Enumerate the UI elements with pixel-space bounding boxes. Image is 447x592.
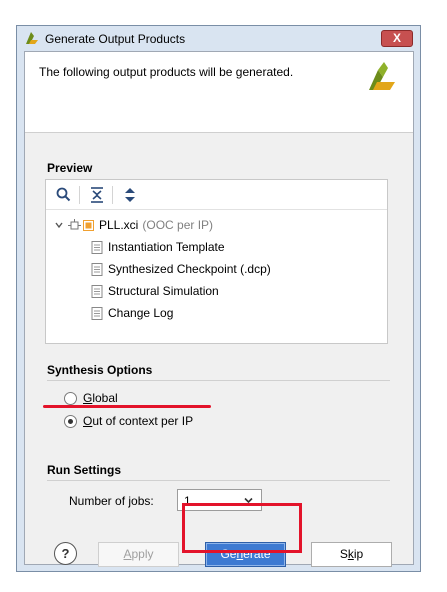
- preview-panel: PLL.xci (OOC per IP) Instantiation Templ…: [45, 179, 388, 344]
- section-divider: [47, 480, 390, 481]
- tree-item[interactable]: Structural Simulation: [91, 282, 219, 300]
- toolbar-separator: [79, 186, 80, 204]
- title-bar[interactable]: Generate Output Products X: [17, 26, 420, 51]
- collapse-all-icon[interactable]: [88, 186, 106, 204]
- tree-item[interactable]: Synthesized Checkpoint (.dcp): [91, 260, 271, 278]
- synthesis-options-heading: Synthesis Options: [47, 363, 153, 377]
- radio-button[interactable]: [64, 414, 77, 428]
- radio-global[interactable]: Global: [64, 391, 118, 405]
- skip-button[interactable]: Skip: [311, 542, 392, 567]
- tree-root-note: (OOC per IP): [142, 218, 214, 232]
- tree-item[interactable]: Change Log: [91, 304, 173, 322]
- header-banner: The following output products will be ge…: [25, 52, 413, 133]
- toolbar-separator: [112, 186, 113, 204]
- vivado-icon: [26, 32, 38, 44]
- document-icon: [91, 240, 103, 254]
- radio-out-of-context[interactable]: Out of context per IP: [64, 414, 193, 428]
- tree-item-label: Structural Simulation: [108, 284, 219, 298]
- section-divider: [47, 380, 390, 381]
- banner-description: The following output products will be ge…: [39, 65, 294, 79]
- search-icon[interactable]: [55, 186, 73, 204]
- ooc-box-icon: [83, 219, 94, 231]
- radio-out-of-context-label: Out of context per IP: [83, 414, 194, 428]
- tree-item[interactable]: Instantiation Template: [91, 238, 225, 256]
- document-icon: [91, 284, 103, 298]
- tree-item-label: Synthesized Checkpoint (.dcp): [108, 262, 271, 276]
- jobs-label: Number of jobs:: [69, 494, 154, 508]
- radio-button[interactable]: [64, 391, 77, 405]
- tree-root-row[interactable]: PLL.xci (OOC per IP): [54, 216, 213, 234]
- close-button[interactable]: X: [381, 30, 413, 47]
- dialog-content: The following output products will be ge…: [24, 51, 414, 567]
- help-button[interactable]: ?: [54, 542, 77, 565]
- window-title: Generate Output Products: [45, 32, 186, 46]
- annotation-highlight-box: [182, 503, 302, 553]
- expand-all-icon[interactable]: [121, 186, 139, 204]
- document-icon: [91, 262, 103, 276]
- xilinx-logo-icon: [369, 62, 395, 90]
- run-settings-heading: Run Settings: [47, 463, 121, 477]
- annotation-underline: [43, 405, 211, 408]
- ip-block-icon: [68, 218, 81, 229]
- tree-item-label: Instantiation Template: [108, 240, 225, 254]
- tree-item-label: Change Log: [108, 306, 174, 320]
- tree-root-name: PLL.xci: [99, 218, 139, 232]
- apply-button[interactable]: Apply: [98, 542, 179, 567]
- document-icon: [91, 306, 103, 320]
- chevron-down-icon[interactable]: [54, 220, 64, 230]
- radio-global-label: Global: [83, 391, 118, 405]
- dialog-window: Generate Output Products X The following…: [16, 25, 421, 572]
- preview-heading: Preview: [47, 161, 93, 175]
- preview-toolbar: [46, 180, 387, 210]
